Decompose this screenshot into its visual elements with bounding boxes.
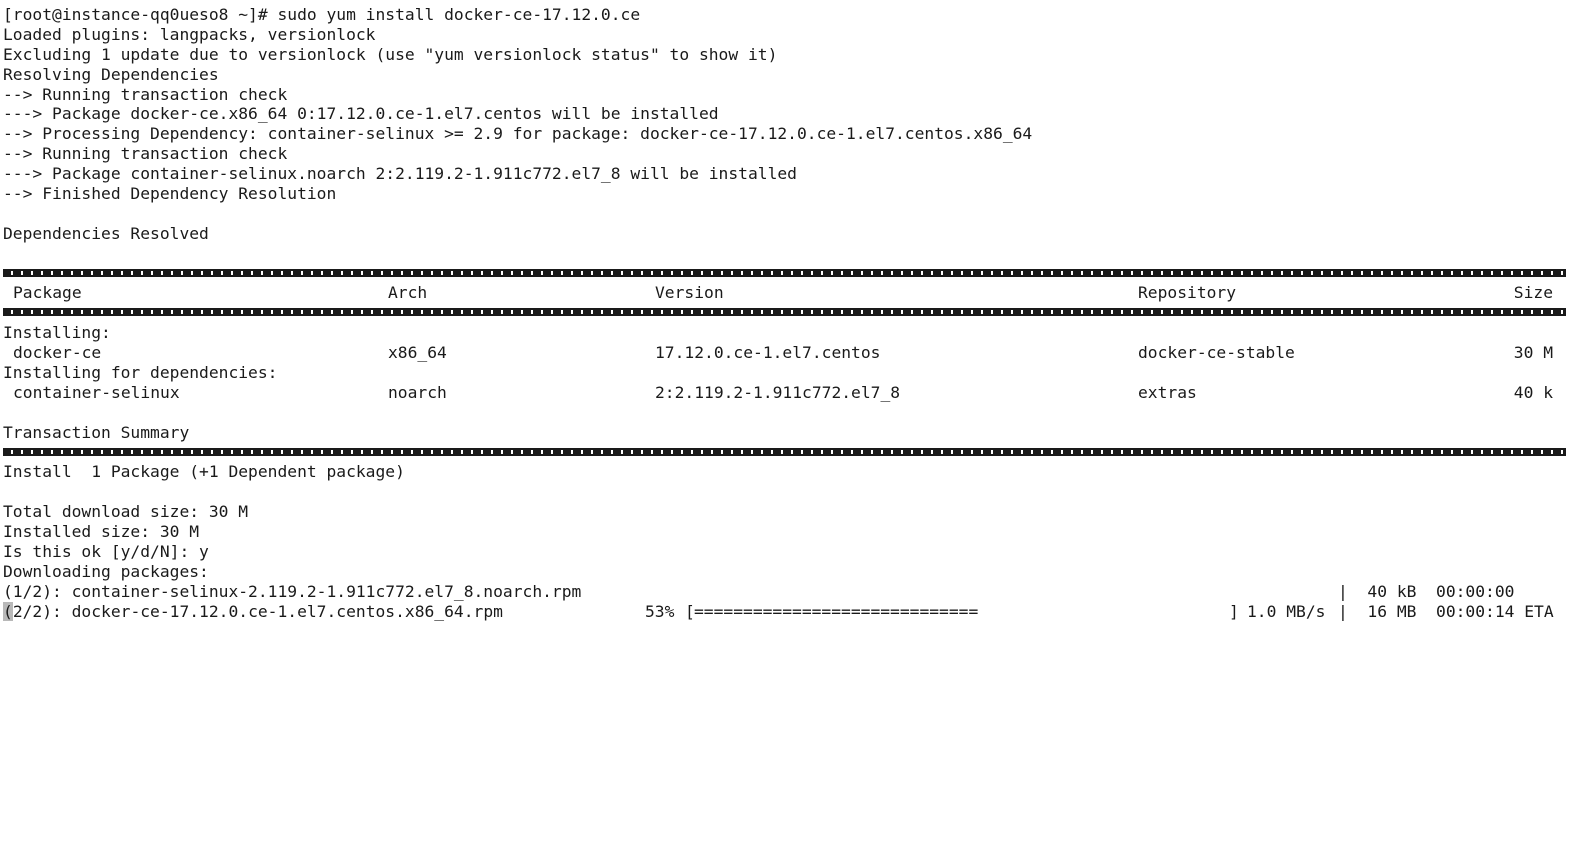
row-arch: x86_64 — [388, 343, 447, 363]
installing-label: Installing: — [3, 323, 111, 343]
terminal-line: --> Running transaction check — [3, 84, 288, 104]
terminal-line: ---> Package container-selinux.noarch 2:… — [3, 164, 797, 184]
terminal-line: [root@instance-qq0ueso8 ~]# sudo yum ins… — [3, 5, 641, 24]
terminal-line: Resolving Dependencies — [3, 64, 219, 84]
table-row: docker-ce x86_64 17.12.0.ce-1.el7.centos… — [3, 343, 1586, 363]
row-arch: noarch — [388, 382, 447, 402]
installed-size-line: Installed size: 30 M — [3, 522, 200, 542]
terminal-line: --> Finished Dependency Resolution — [3, 184, 337, 204]
row-version: 17.12.0.ce-1.el7.centos — [655, 343, 881, 363]
terminal-line: ---> Package docker-ce.x86_64 0:17.12.0.… — [3, 104, 719, 124]
table-row: container-selinux noarch 2:2.119.2-1.911… — [3, 383, 1586, 403]
row-repository: extras — [1138, 382, 1197, 402]
summary-title: Transaction Summary — [3, 422, 190, 442]
terminal-line: Loaded plugins: langpacks, versionlock — [3, 24, 376, 44]
download-stats: | 40 kB 00:00:00 — [1338, 581, 1554, 601]
row-size: 40 k — [1513, 382, 1553, 402]
install-summary-line: Install 1 Package (+1 Dependent package) — [3, 462, 405, 482]
download-name: (1/2): container-selinux-2.119.2-1.911c7… — [3, 581, 582, 601]
row-package: container-selinux — [13, 382, 180, 402]
double-rule-divider — [3, 303, 1586, 323]
row-version: 2:2.119.2-1.911c772.el7_8 — [655, 382, 901, 402]
download-percent: 53% — [645, 601, 675, 621]
text-cursor[interactable]: ( — [3, 601, 13, 621]
deps-label: Installing for dependencies: — [3, 363, 278, 383]
header-version: Version — [655, 283, 724, 303]
progress-bar-close: ] — [1229, 601, 1239, 621]
double-rule-divider — [3, 264, 1586, 284]
header-size: Size — [1513, 283, 1553, 303]
row-package: docker-ce — [13, 343, 102, 363]
double-rule-divider — [3, 443, 1586, 463]
terminal-line: --> Running transaction check — [3, 144, 288, 164]
terminal-line: Excluding 1 update due to versionlock (u… — [3, 44, 778, 64]
download-name-rest: 2/2): docker-ce-17.12.0.ce-1.el7.centos.… — [12, 601, 503, 621]
confirm-prompt-line: Is this ok [y/d/N]: y — [3, 542, 209, 562]
row-repository: docker-ce-stable — [1138, 343, 1295, 363]
terminal-window[interactable]: [root@instance-qq0ueso8 ~]# sudo yum ins… — [3, 5, 1586, 840]
download-name: (2/2): docker-ce-17.12.0.ce-1.el7.centos… — [3, 601, 503, 622]
terminal-line: Dependencies Resolved — [3, 223, 209, 243]
table-header-row: Package Arch Version Repository Size — [3, 283, 1586, 303]
download-rate: 1.0 MB/s — [1247, 601, 1326, 621]
progress-bar-fill: ============================= — [694, 601, 979, 621]
header-repository: Repository — [1138, 283, 1237, 303]
total-download-line: Total download size: 30 M — [3, 502, 249, 522]
terminal-line: --> Processing Dependency: container-sel… — [3, 124, 1033, 144]
download-stats: | 16 MB 00:00:14 ETA — [1338, 601, 1554, 621]
header-package: Package — [13, 283, 82, 303]
downloading-line: Downloading packages: — [3, 561, 209, 581]
download-row: (2/2): docker-ce-17.12.0.ce-1.el7.centos… — [3, 601, 1586, 622]
row-size: 30 M — [1513, 343, 1553, 363]
download-row: (1/2): container-selinux-2.119.2-1.911c7… — [3, 582, 1586, 602]
header-arch: Arch — [388, 283, 428, 303]
